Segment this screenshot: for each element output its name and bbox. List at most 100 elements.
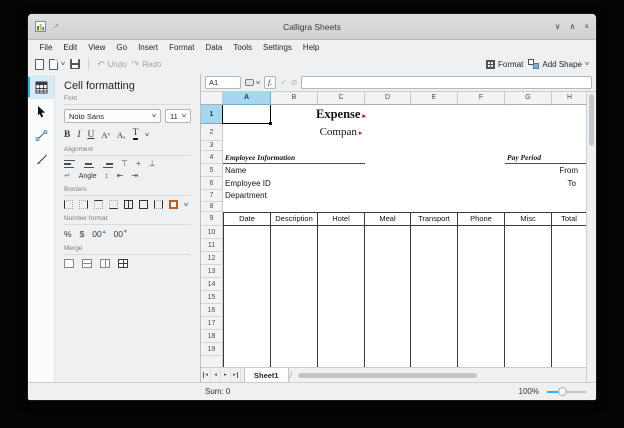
undo-button[interactable]: ↶ Undo xyxy=(97,59,127,70)
open-document-button[interactable]: ∨ xyxy=(49,59,65,70)
freehand-tool-button[interactable] xyxy=(28,147,54,171)
border-all-button[interactable] xyxy=(124,200,133,209)
border-color-swatch[interactable] xyxy=(169,200,178,209)
vertical-text-button[interactable]: ↕ xyxy=(105,172,109,180)
border-vertical-button[interactable] xyxy=(154,200,163,209)
next-sheet-button[interactable]: ▸ xyxy=(221,368,231,382)
vertical-scrollbar[interactable] xyxy=(586,92,596,382)
insert-function-button[interactable]: f. xyxy=(264,76,276,89)
cell-table-header[interactable]: Total xyxy=(551,212,586,226)
column-header-c[interactable]: C xyxy=(318,92,365,105)
merge-horizontal-button[interactable] xyxy=(82,259,92,268)
menu-format[interactable]: Format xyxy=(164,42,200,53)
border-right-button[interactable] xyxy=(79,200,88,209)
redo-button[interactable]: ↷ Redo xyxy=(132,59,162,70)
align-middle-button[interactable]: + xyxy=(136,160,141,168)
vertical-scrollbar-handle[interactable] xyxy=(589,94,594,146)
align-top-button[interactable]: ⊤ xyxy=(121,160,128,168)
subscript-button[interactable]: Aₓ xyxy=(117,130,126,140)
named-range-button[interactable]: ∨ xyxy=(245,79,260,86)
column-header-e[interactable]: E xyxy=(411,92,458,105)
angle-button[interactable]: Angle xyxy=(79,173,97,180)
cell-table-header[interactable]: Misc xyxy=(504,212,552,226)
column-header-h[interactable]: H xyxy=(552,92,588,105)
horizontal-scrollbar[interactable] xyxy=(294,368,596,382)
border-left-button[interactable] xyxy=(64,200,73,209)
menu-help[interactable]: Help xyxy=(297,42,324,53)
font-family-select[interactable]: Noto Sans ∨ xyxy=(64,109,161,123)
merge-cells-button[interactable] xyxy=(64,259,74,268)
currency-format-button[interactable]: $ xyxy=(80,229,85,239)
chevron-down-icon[interactable]: ∨ xyxy=(144,132,150,138)
maximize-button[interactable]: ∧ xyxy=(569,22,575,32)
format-button[interactable]: Format xyxy=(486,60,523,69)
menu-view[interactable]: View xyxy=(83,42,111,53)
cell-table-header[interactable]: Phone xyxy=(457,212,505,226)
chevron-down-icon[interactable]: ∨ xyxy=(60,61,66,67)
save-button[interactable] xyxy=(70,59,80,69)
line-tool-button[interactable] xyxy=(28,123,54,147)
align-center-button[interactable] xyxy=(83,160,94,168)
column-header-d[interactable]: D xyxy=(365,92,411,105)
menu-data[interactable]: Data xyxy=(200,42,228,53)
cell-table-header[interactable]: Hotel xyxy=(317,212,365,226)
align-bottom-button[interactable]: ⊥ xyxy=(149,160,156,168)
unmerge-cells-button[interactable] xyxy=(118,259,128,268)
bold-button[interactable]: B xyxy=(64,130,70,140)
zoom-slider[interactable] xyxy=(547,391,587,393)
decrease-precision-button[interactable]: 00 ▾ xyxy=(114,229,127,239)
align-left-button[interactable] xyxy=(64,160,75,168)
zoom-slider-handle[interactable] xyxy=(558,387,567,396)
cell-name-label[interactable]: Name xyxy=(225,164,246,177)
indent-less-button[interactable]: ⇤ xyxy=(117,172,124,180)
underline-button[interactable]: U xyxy=(88,130,95,140)
select-all-corner[interactable] xyxy=(201,92,223,105)
title-bar[interactable]: Calligra Sheets ∨ ∧ × xyxy=(28,14,596,40)
cell-report-title[interactable]: Expense▸ xyxy=(271,105,411,124)
superscript-button[interactable]: Aˣ xyxy=(101,130,110,140)
menu-file[interactable]: File xyxy=(34,42,58,53)
add-shape-button[interactable]: Add Shape ∨ xyxy=(528,59,589,69)
cell-reference-box[interactable]: A1 xyxy=(205,76,241,89)
cell-employee-id-label[interactable]: Employee ID xyxy=(225,177,271,190)
cancel-formula-icon[interactable]: ⊘ xyxy=(291,78,298,87)
cell-table-header[interactable]: Date xyxy=(223,212,271,226)
column-header-f[interactable]: F xyxy=(458,92,505,105)
cell-table-header[interactable]: Transport xyxy=(410,212,458,226)
border-top-button[interactable] xyxy=(94,200,103,209)
first-sheet-button[interactable]: ◂ xyxy=(201,368,211,382)
menu-edit[interactable]: Edit xyxy=(58,42,83,53)
formula-input[interactable] xyxy=(301,76,592,89)
previous-sheet-button[interactable]: ◂ xyxy=(211,368,221,382)
sheet-tab-active[interactable]: Sheet1 xyxy=(244,368,289,382)
indent-more-button[interactable]: ⇥ xyxy=(131,172,138,180)
apply-formula-icon[interactable]: ✓ xyxy=(280,78,287,87)
chevron-down-icon[interactable]: ∨ xyxy=(183,202,189,208)
font-color-button[interactable]: T xyxy=(133,129,139,140)
cell-table-header[interactable]: Meal xyxy=(364,212,411,226)
menu-go[interactable]: Go xyxy=(111,42,133,53)
last-sheet-button[interactable]: ▸ xyxy=(231,368,241,382)
cell-tool-button[interactable] xyxy=(28,75,54,99)
cell-table-header[interactable]: Description xyxy=(270,212,318,226)
minimize-button[interactable]: ∨ xyxy=(555,22,561,32)
new-document-button[interactable] xyxy=(35,59,44,70)
menu-settings[interactable]: Settings xyxy=(258,42,298,53)
font-size-select[interactable]: 11 ∨ xyxy=(165,109,191,123)
increase-precision-button[interactable]: 00 ▴ xyxy=(92,229,105,239)
border-bottom-button[interactable] xyxy=(109,200,118,209)
column-header-b[interactable]: B xyxy=(271,92,318,105)
cell-to-label[interactable]: To xyxy=(568,177,576,190)
column-header-a[interactable]: A xyxy=(223,92,271,105)
menu-tools[interactable]: Tools xyxy=(228,42,258,53)
close-button[interactable]: × xyxy=(584,22,589,32)
menu-insert[interactable]: Insert xyxy=(133,42,164,53)
percent-format-button[interactable]: % xyxy=(64,229,72,239)
selection-tool-button[interactable] xyxy=(28,99,54,123)
pin-icon[interactable] xyxy=(51,23,59,31)
cell-company[interactable]: Compan▸ xyxy=(271,124,411,141)
wrap-text-button[interactable]: ↵ xyxy=(64,172,71,180)
align-right-button[interactable] xyxy=(102,160,113,168)
grid-body[interactable]: 1 2 3 4 5 6 7 8 9 10 11 12 13 14 xyxy=(201,105,586,367)
active-cell-selection[interactable] xyxy=(222,105,271,124)
